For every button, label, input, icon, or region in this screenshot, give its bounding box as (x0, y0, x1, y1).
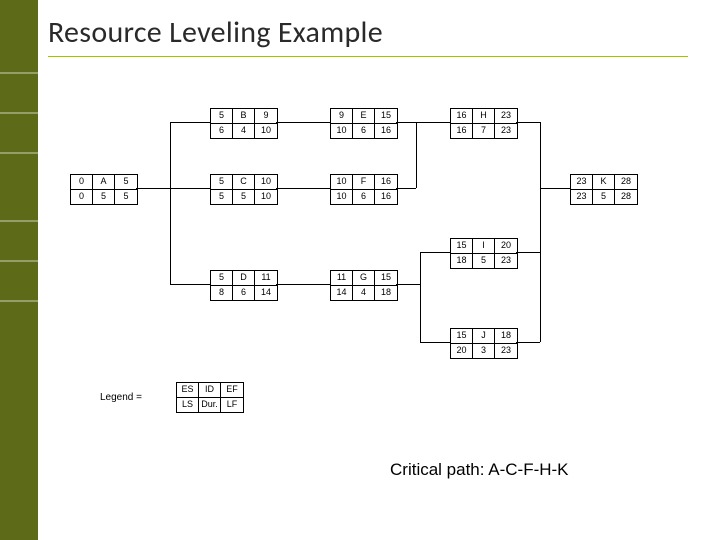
node-H: 16H23 16723 (450, 108, 518, 139)
critical-path-text: Critical path: A-C-F-H-K (390, 460, 569, 480)
title-underline (48, 56, 688, 57)
edge (420, 252, 450, 253)
slide-title: Resource Leveling Example (48, 14, 383, 51)
node-G: 11G15 14418 (330, 270, 398, 301)
legend-node: ESIDEF LSDur.LF (176, 382, 244, 413)
activity-network-diagram: 0A5 055 5B9 6410 5C10 5510 5D11 8614 9E1… (70, 90, 660, 450)
legend-label: Legend = (100, 392, 142, 403)
edge (276, 284, 330, 285)
node-F: 10F16 10616 (330, 174, 398, 205)
edge (516, 342, 540, 343)
edge (540, 188, 570, 189)
edge (420, 284, 421, 342)
edge (516, 122, 540, 123)
left-accent-bar (0, 0, 38, 540)
edge (396, 122, 450, 123)
edge (170, 284, 210, 285)
edge (416, 122, 417, 188)
edge (540, 122, 541, 342)
node-C: 5C10 5510 (210, 174, 278, 205)
node-A: 0A5 055 (70, 174, 138, 205)
node-E: 9E15 10616 (330, 108, 398, 139)
edge (396, 188, 416, 189)
node-I: 15I20 18523 (450, 238, 518, 269)
edge (276, 122, 330, 123)
node-B: 5B9 6410 (210, 108, 278, 139)
edge (276, 188, 330, 189)
edge (136, 188, 170, 189)
node-D: 5D11 8614 (210, 270, 278, 301)
edge (516, 252, 540, 253)
edge (420, 342, 450, 343)
edge (396, 284, 420, 285)
edge (170, 188, 210, 189)
node-J: 15J18 20323 (450, 328, 518, 359)
edge (170, 122, 171, 284)
edge (170, 122, 210, 123)
edge (420, 252, 421, 284)
node-K: 23K28 23528 (570, 174, 638, 205)
